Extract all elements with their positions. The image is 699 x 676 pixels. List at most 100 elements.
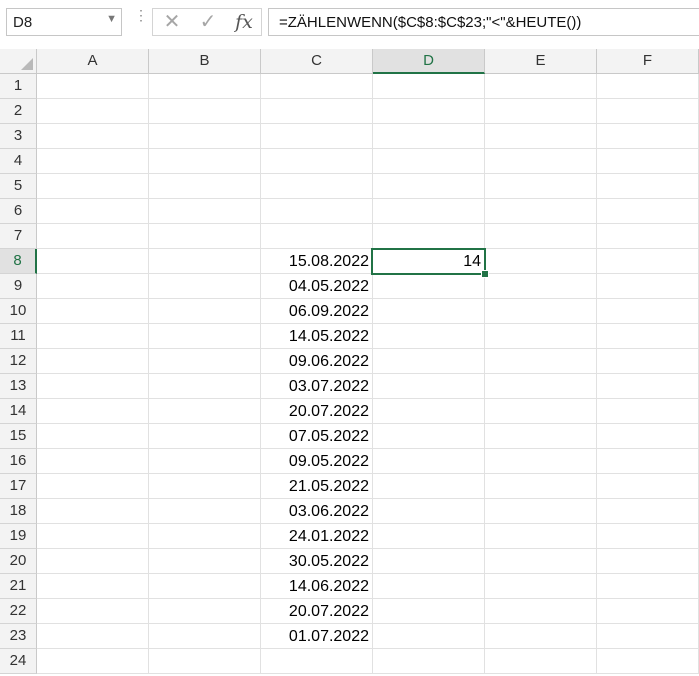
cell-b7[interactable] [149, 224, 261, 249]
cell-d11[interactable] [373, 324, 485, 349]
cell-c7[interactable] [261, 224, 373, 249]
cell-b14[interactable] [149, 399, 261, 424]
cell-a3[interactable] [37, 124, 149, 149]
name-box[interactable]: D8 ▼ [6, 8, 122, 36]
cell-f15[interactable] [597, 424, 699, 449]
cell-b9[interactable] [149, 274, 261, 299]
cell-b15[interactable] [149, 424, 261, 449]
row-header-1[interactable]: 1 [0, 74, 37, 99]
cell-f20[interactable] [597, 549, 699, 574]
cell-a4[interactable] [37, 149, 149, 174]
fill-handle[interactable] [481, 270, 489, 278]
cell-f21[interactable] [597, 574, 699, 599]
cell-f3[interactable] [597, 124, 699, 149]
cell-b6[interactable] [149, 199, 261, 224]
row-header-6[interactable]: 6 [0, 199, 37, 224]
cell-c5[interactable] [261, 174, 373, 199]
cell-a8[interactable] [37, 249, 149, 274]
grip-dots-icon[interactable]: ⋮ [134, 8, 148, 22]
cell-c14[interactable]: 20.07.2022 [261, 399, 373, 424]
cell-c10[interactable]: 06.09.2022 [261, 299, 373, 324]
cell-d23[interactable] [373, 624, 485, 649]
column-header-b[interactable]: B [149, 49, 261, 74]
cell-d18[interactable] [373, 499, 485, 524]
cell-a10[interactable] [37, 299, 149, 324]
cell-c1[interactable] [261, 74, 373, 99]
cell-d6[interactable] [373, 199, 485, 224]
cell-e15[interactable] [485, 424, 597, 449]
cell-f2[interactable] [597, 99, 699, 124]
cell-f22[interactable] [597, 599, 699, 624]
cell-c6[interactable] [261, 199, 373, 224]
cell-c3[interactable] [261, 124, 373, 149]
cell-b17[interactable] [149, 474, 261, 499]
cell-e20[interactable] [485, 549, 597, 574]
row-header-15[interactable]: 15 [0, 424, 37, 449]
cell-f23[interactable] [597, 624, 699, 649]
cell-d17[interactable] [373, 474, 485, 499]
cell-c19[interactable]: 24.01.2022 [261, 524, 373, 549]
cell-e12[interactable] [485, 349, 597, 374]
cell-c4[interactable] [261, 149, 373, 174]
cell-f6[interactable] [597, 199, 699, 224]
cell-c16[interactable]: 09.05.2022 [261, 449, 373, 474]
row-header-24[interactable]: 24 [0, 649, 37, 674]
cell-b19[interactable] [149, 524, 261, 549]
cell-b12[interactable] [149, 349, 261, 374]
cell-b11[interactable] [149, 324, 261, 349]
cell-b2[interactable] [149, 99, 261, 124]
cell-d10[interactable] [373, 299, 485, 324]
cell-f24[interactable] [597, 649, 699, 674]
cell-a19[interactable] [37, 524, 149, 549]
row-header-20[interactable]: 20 [0, 549, 37, 574]
cell-c11[interactable]: 14.05.2022 [261, 324, 373, 349]
cell-e18[interactable] [485, 499, 597, 524]
cell-d13[interactable] [373, 374, 485, 399]
cell-a20[interactable] [37, 549, 149, 574]
cell-e14[interactable] [485, 399, 597, 424]
cell-a22[interactable] [37, 599, 149, 624]
row-header-7[interactable]: 7 [0, 224, 37, 249]
cell-c12[interactable]: 09.06.2022 [261, 349, 373, 374]
select-all-button[interactable] [0, 49, 37, 74]
cell-c22[interactable]: 20.07.2022 [261, 599, 373, 624]
cell-f17[interactable] [597, 474, 699, 499]
cell-e19[interactable] [485, 524, 597, 549]
cell-b1[interactable] [149, 74, 261, 99]
cell-b22[interactable] [149, 599, 261, 624]
cell-a7[interactable] [37, 224, 149, 249]
column-header-c[interactable]: C [261, 49, 373, 74]
row-header-18[interactable]: 18 [0, 499, 37, 524]
cell-e22[interactable] [485, 599, 597, 624]
cell-e5[interactable] [485, 174, 597, 199]
cell-f7[interactable] [597, 224, 699, 249]
cell-e8[interactable] [485, 249, 597, 274]
cell-f13[interactable] [597, 374, 699, 399]
column-header-a[interactable]: A [37, 49, 149, 74]
cell-d24[interactable] [373, 649, 485, 674]
row-header-16[interactable]: 16 [0, 449, 37, 474]
cell-c23[interactable]: 01.07.2022 [261, 624, 373, 649]
cell-f5[interactable] [597, 174, 699, 199]
cell-d5[interactable] [373, 174, 485, 199]
row-header-5[interactable]: 5 [0, 174, 37, 199]
cell-d22[interactable] [373, 599, 485, 624]
cell-f19[interactable] [597, 524, 699, 549]
cell-e16[interactable] [485, 449, 597, 474]
cell-e1[interactable] [485, 74, 597, 99]
cell-c2[interactable] [261, 99, 373, 124]
cell-a12[interactable] [37, 349, 149, 374]
row-header-22[interactable]: 22 [0, 599, 37, 624]
cell-e24[interactable] [485, 649, 597, 674]
cell-a16[interactable] [37, 449, 149, 474]
row-header-19[interactable]: 19 [0, 524, 37, 549]
cell-d4[interactable] [373, 149, 485, 174]
cell-d1[interactable] [373, 74, 485, 99]
cell-e9[interactable] [485, 274, 597, 299]
cell-d8[interactable]: 14 [373, 249, 485, 274]
cell-c9[interactable]: 04.05.2022 [261, 274, 373, 299]
row-header-4[interactable]: 4 [0, 149, 37, 174]
cell-c13[interactable]: 03.07.2022 [261, 374, 373, 399]
cell-a24[interactable] [37, 649, 149, 674]
cell-a5[interactable] [37, 174, 149, 199]
